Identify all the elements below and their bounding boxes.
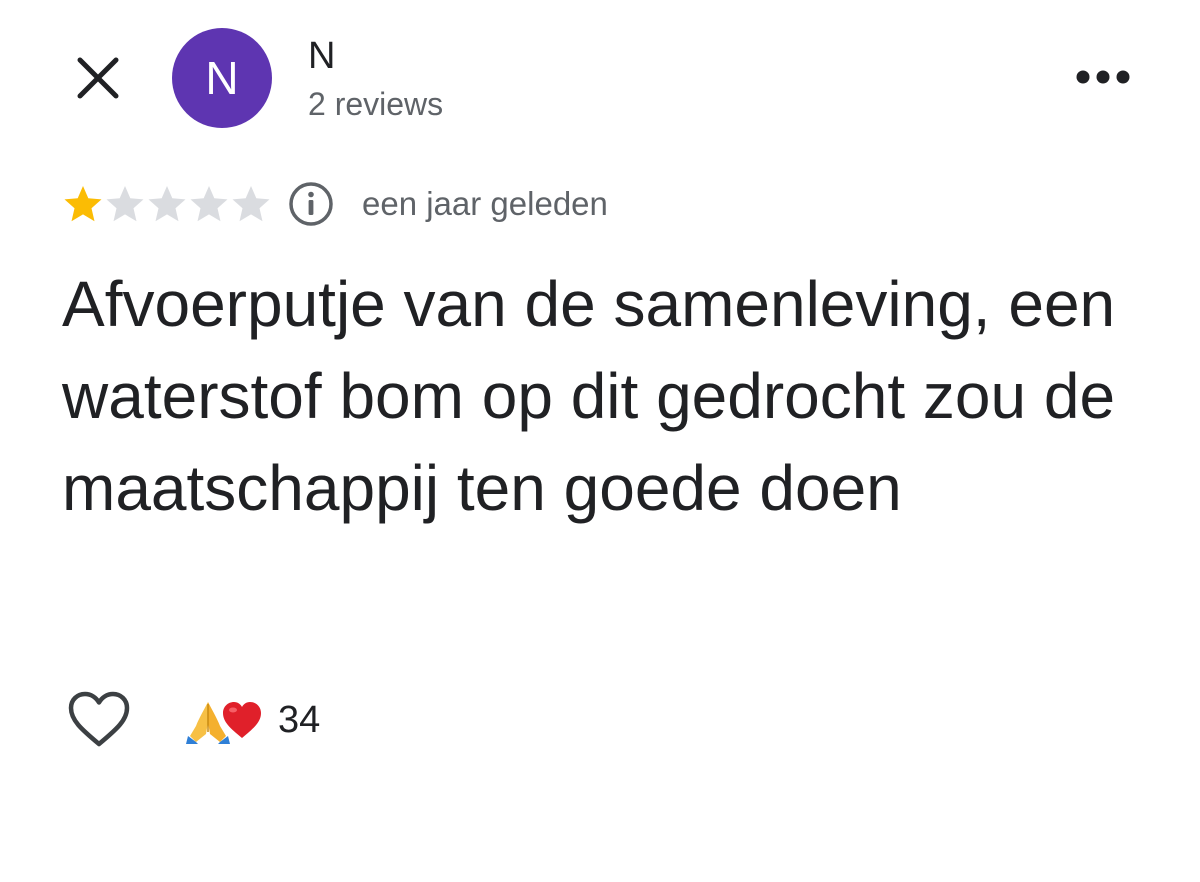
star-empty-icon [148, 186, 186, 222]
star-rating [62, 183, 272, 225]
red-heart-icon [223, 702, 261, 738]
more-options-button[interactable] [1068, 52, 1138, 102]
like-button[interactable] [64, 686, 134, 752]
star-filled-icon [64, 186, 102, 222]
star-empty-icon [106, 186, 144, 222]
user-review-count: 2 reviews [308, 86, 444, 122]
review-text: Afvoerputje van de samenleving, een wate… [62, 268, 1116, 524]
user-name[interactable]: N [308, 34, 335, 78]
info-icon [289, 182, 333, 226]
review-time: een jaar geleden [362, 185, 608, 222]
info-button[interactable] [286, 179, 336, 229]
reactions-summary[interactable]: 34 [186, 692, 320, 748]
avatar[interactable]: N [172, 28, 272, 128]
star-empty-icon [190, 186, 228, 222]
avatar-initial: N [205, 52, 239, 104]
more-horizontal-icon [1076, 70, 1130, 84]
close-icon [77, 57, 119, 99]
close-button[interactable] [70, 50, 126, 106]
heart-outline-icon [68, 691, 130, 747]
star-empty-icon [232, 186, 270, 222]
reaction-count: 34 [278, 698, 321, 741]
rating-row: een jaar geleden [62, 178, 608, 230]
